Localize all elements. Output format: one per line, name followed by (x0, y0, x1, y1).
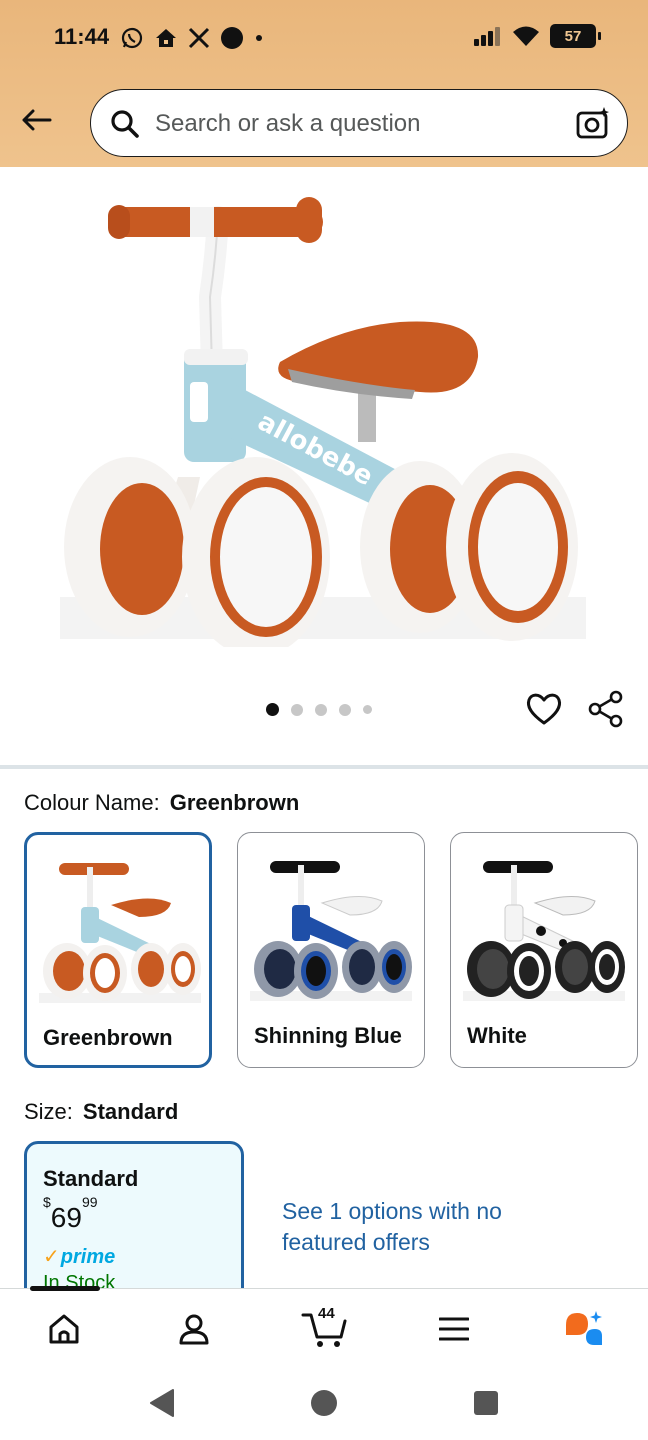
carousel-dot[interactable] (363, 705, 372, 714)
system-navigation-bar (0, 1366, 648, 1440)
scroll-indicator (30, 1286, 100, 1291)
cart-count: 44 (318, 1305, 335, 1322)
balance-bike-image: allobebe (60, 197, 586, 647)
bike-thumbnail-blue (250, 861, 412, 1001)
bottom-navigation: 44 (0, 1286, 648, 1366)
product-image-carousel[interactable]: allobebe (0, 167, 648, 767)
x-icon (188, 27, 210, 49)
record-dot-icon (221, 27, 243, 49)
home-icon (49, 1314, 79, 1344)
colour-option-label: Shinning Blue (254, 1023, 402, 1048)
camera-icon[interactable] (575, 105, 611, 141)
nav-menu[interactable] (424, 1307, 484, 1351)
app-header: 11:44 57 Search or ask a question (0, 0, 648, 167)
carousel-dot[interactable] (339, 703, 351, 716)
search-input[interactable]: Search or ask a question (90, 89, 628, 157)
price-fraction: 99 (81, 1193, 98, 1210)
price-whole: 69 (50, 1202, 82, 1233)
colour-label-text: Colour Name: (24, 790, 160, 815)
colour-selected-value: Greenbrown (169, 790, 300, 815)
carousel-dots (266, 703, 372, 716)
battery-icon: 57 (550, 24, 601, 48)
share-button[interactable] (586, 689, 626, 734)
status-bar: 11:44 57 (0, 0, 648, 78)
other-offers-link[interactable]: See 1 options with no featured offers (282, 1196, 542, 1258)
colour-label: Colour Name: Greenbrown (24, 790, 299, 816)
size-option-label: Standard (43, 1166, 139, 1191)
system-recents-icon[interactable] (472, 1388, 500, 1418)
arrow-left-icon (22, 109, 52, 131)
carousel-dot[interactable] (315, 703, 327, 716)
carousel-dot[interactable] (266, 703, 279, 716)
carousel-dot[interactable] (291, 703, 303, 716)
signal-icon (474, 27, 500, 46)
price-currency: $ (43, 1193, 51, 1210)
nav-cart[interactable]: 44 (294, 1305, 354, 1351)
status-time: 11:44 (54, 24, 110, 49)
bike-thumbnail-white (463, 861, 625, 1001)
small-dot-icon (256, 35, 262, 41)
search-placeholder: Search or ask a question (155, 110, 421, 137)
menu-icon (439, 1317, 469, 1341)
nav-account[interactable] (164, 1307, 224, 1351)
colour-option-greenbrown[interactable]: Greenbrown (24, 832, 212, 1068)
rufus-icon (566, 1311, 602, 1345)
colour-option-white[interactable]: White (450, 832, 638, 1068)
system-home-icon[interactable] (310, 1388, 338, 1418)
prime-check-icon: ✓ (43, 1246, 60, 1268)
colour-option-shinning-blue[interactable]: Shinning Blue (237, 832, 425, 1068)
size-label-text: Size: (24, 1099, 73, 1124)
whatsapp-icon (121, 27, 143, 49)
wifi-icon (513, 26, 539, 46)
section-divider (0, 765, 648, 769)
account-icon (179, 1314, 209, 1345)
back-button[interactable] (14, 100, 58, 140)
share-icon (588, 690, 623, 728)
search-icon (111, 110, 139, 138)
home-app-icon (156, 29, 176, 47)
price: $6999 (43, 1194, 98, 1234)
nav-rufus[interactable] (554, 1307, 614, 1351)
wishlist-button[interactable] (524, 689, 564, 734)
size-selected-value: Standard (82, 1099, 179, 1124)
prime-badge: ✓prime (43, 1244, 115, 1269)
nav-home[interactable] (34, 1307, 94, 1351)
heart-icon (526, 693, 562, 725)
colour-option-label: White (467, 1023, 527, 1048)
notification-icons (120, 26, 264, 50)
system-icons: 57 (474, 24, 601, 48)
system-back-icon[interactable] (148, 1388, 176, 1418)
bike-thumbnail-greenbrown (39, 863, 201, 1003)
size-label: Size: Standard (24, 1099, 178, 1125)
colour-option-label: Greenbrown (43, 1025, 173, 1050)
prime-label: prime (60, 1246, 116, 1268)
